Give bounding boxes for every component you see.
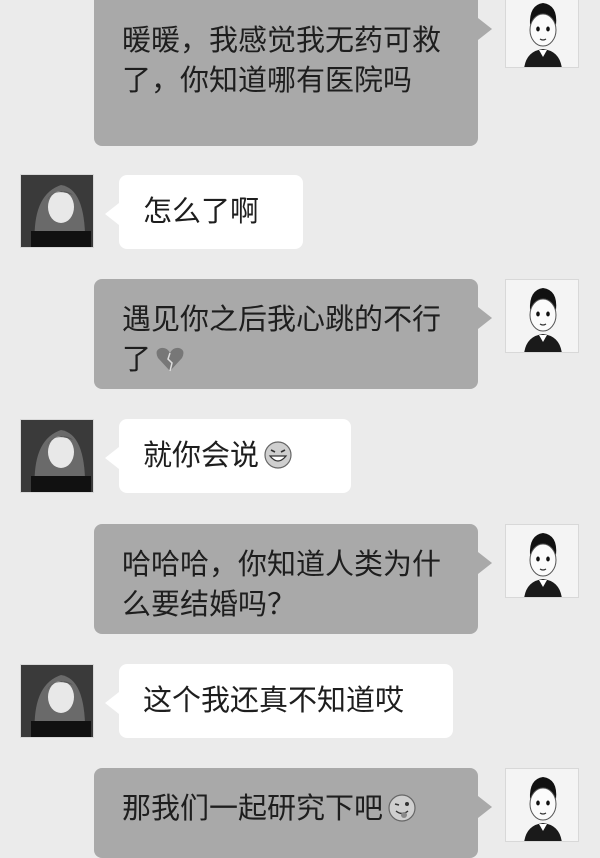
her-message-bubble[interactable]: 就你会说 — [105, 419, 351, 493]
cartoon-boy-avatar-icon — [524, 3, 562, 67]
message-text: 哈哈哈，你知道人类为什么要结婚吗？ — [122, 547, 442, 621]
her-avatar[interactable] — [20, 419, 94, 493]
my-message-bubble[interactable]: 那我们一起研究下吧 — [94, 768, 492, 858]
girl-photo-avatar-icon — [21, 175, 93, 247]
my-message-bubble[interactable]: 暖暖，我感觉我无药可救了，你知道哪有医院吗 — [94, 0, 492, 146]
my-message-bubble[interactable]: 遇见你之后我心跳的不行了 — [94, 279, 492, 389]
cartoon-boy-avatar-icon — [524, 533, 562, 597]
girl-photo-avatar-icon — [21, 420, 93, 492]
her-avatar[interactable] — [20, 174, 94, 248]
her-message-bubble[interactable]: 怎么了啊 — [105, 175, 303, 249]
my-avatar[interactable] — [505, 524, 579, 598]
cartoon-boy-avatar-icon — [524, 777, 562, 841]
girl-photo-avatar-icon — [21, 665, 93, 737]
message-text: 怎么了啊 — [143, 194, 260, 228]
my-avatar[interactable] — [505, 279, 579, 353]
grinning-face-icon — [264, 441, 292, 469]
chat-conversation: 暖暖，我感觉我无药可救了，你知道哪有医院吗 怎么了啊 遇见你之后我心跳的不行了 — [0, 0, 600, 858]
her-avatar[interactable] — [20, 664, 94, 738]
message-text: 这个我还真不知道哎 — [143, 683, 405, 717]
her-message-bubble[interactable]: 这个我还真不知道哎 — [105, 664, 453, 738]
broken-heart-icon — [156, 347, 184, 372]
message-text: 就你会说 — [143, 438, 260, 472]
winking-tongue-face-icon — [388, 794, 416, 822]
message-text: 暖暖，我感觉我无药可救了，你知道哪有医院吗 — [122, 23, 442, 97]
cartoon-boy-avatar-icon — [524, 288, 562, 352]
my-avatar[interactable] — [505, 768, 579, 842]
my-avatar[interactable] — [505, 0, 579, 68]
message-text: 那我们一起研究下吧 — [122, 791, 384, 825]
my-message-bubble[interactable]: 哈哈哈，你知道人类为什么要结婚吗？ — [94, 524, 492, 634]
